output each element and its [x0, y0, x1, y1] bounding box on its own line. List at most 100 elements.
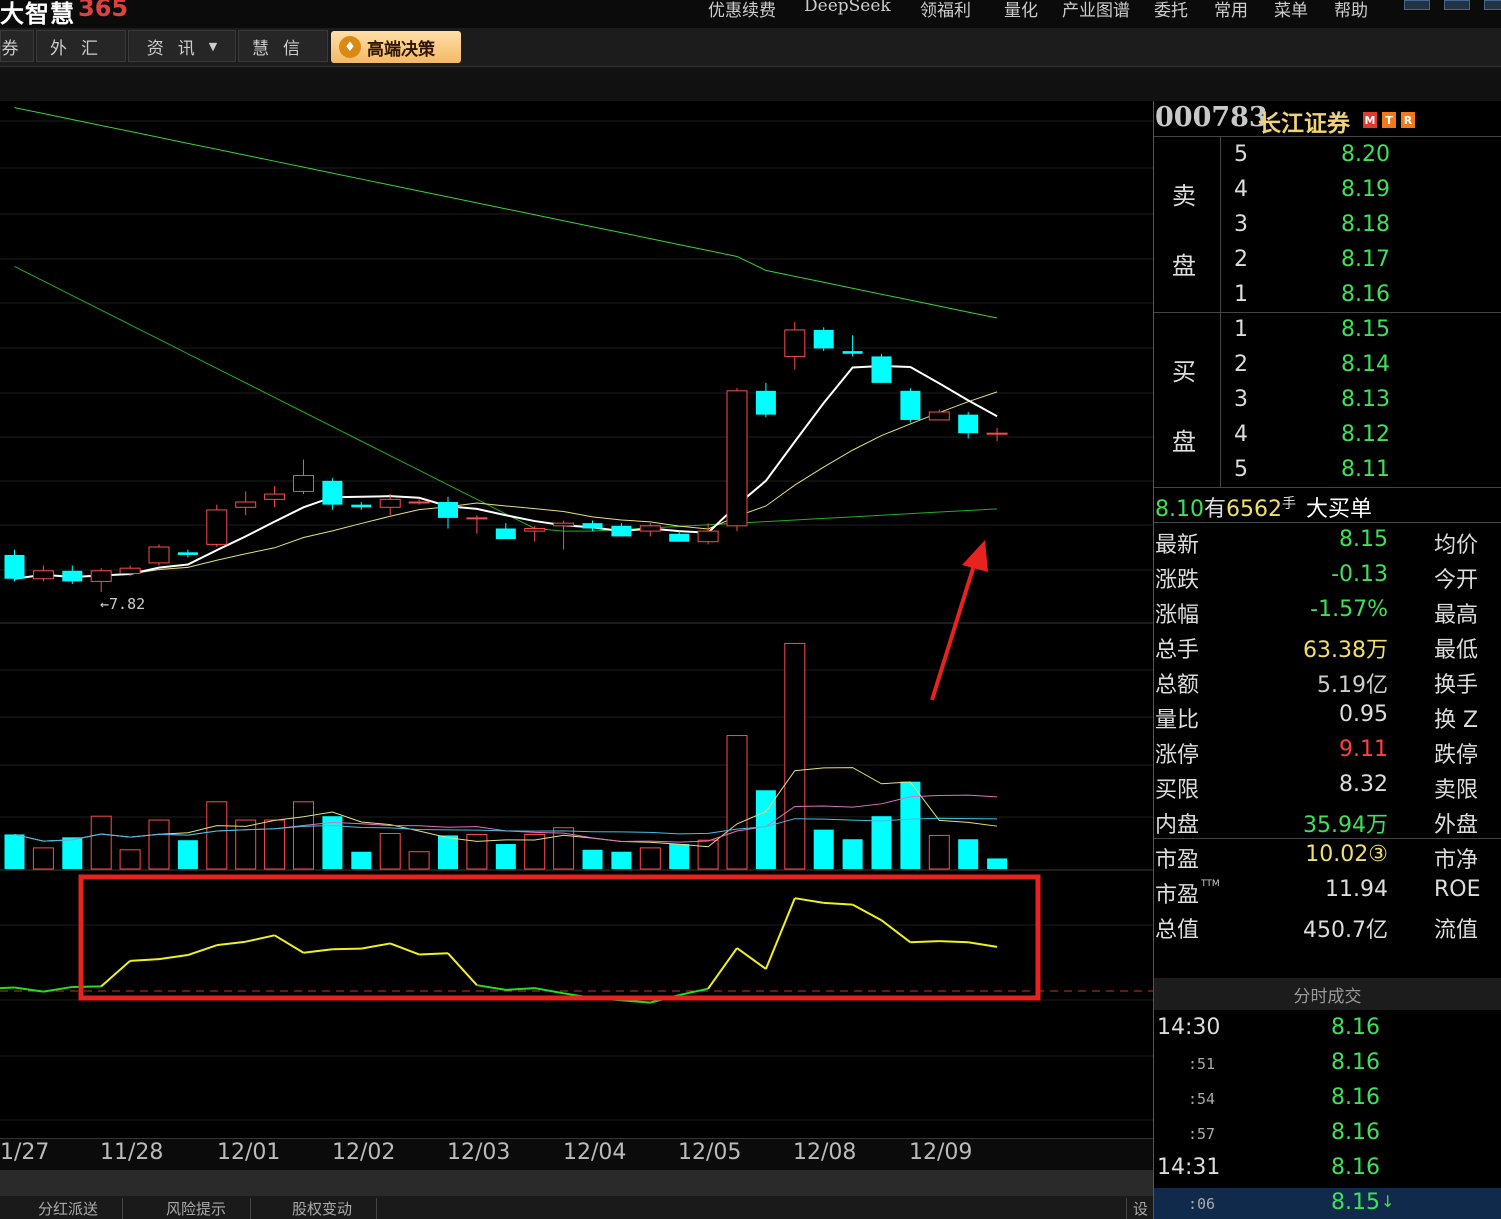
- quote-right-label: 今开: [1434, 568, 1479, 593]
- quote-value: 450.7亿: [1303, 918, 1388, 943]
- tick-time: :57: [1188, 1125, 1216, 1143]
- highlight-box: [78, 874, 1041, 1001]
- top-menu-item[interactable]: DeepSeek: [804, 0, 891, 16]
- candle-body: [928, 411, 950, 421]
- date-tick-label: 12/01: [217, 1140, 281, 1165]
- quote-label: 总额: [1155, 673, 1200, 698]
- chart-scrollbar[interactable]: [0, 1170, 1153, 1196]
- tab-premium-decision[interactable]: ♦ 高端决策: [331, 31, 461, 63]
- top-menu-item[interactable]: 优惠续费: [708, 0, 776, 21]
- dropdown-arrow-icon: ▼: [208, 39, 218, 53]
- ask-price: 8.18: [1341, 212, 1390, 237]
- kline-chart[interactable]: ←7.82: [0, 101, 1153, 1138]
- ma20-line: [14, 265, 998, 532]
- tick-time: 14:31: [1157, 1155, 1221, 1180]
- indicator-segment: [419, 952, 449, 956]
- quote-label: 涨停: [1155, 743, 1200, 768]
- candle-body: [524, 527, 546, 532]
- window-icon-2[interactable]: [1444, 0, 1470, 10]
- candle: [495, 523, 516, 540]
- candle-body: [958, 414, 979, 434]
- window-icon[interactable]: [1404, 0, 1430, 10]
- volume-bar: [813, 829, 834, 869]
- tab-huixin[interactable]: 慧信: [238, 30, 328, 62]
- top-menu-item[interactable]: 量化: [1004, 0, 1038, 21]
- ask-level: 1: [1234, 282, 1248, 307]
- volume-bar: [379, 832, 401, 870]
- volume-bar: [4, 834, 25, 869]
- quote-value: 5.19亿: [1317, 673, 1388, 698]
- volume-bar: [293, 801, 314, 870]
- annotation-arrowhead: [962, 540, 988, 572]
- ask-level: 2: [1234, 247, 1248, 272]
- settings-button[interactable]: 设: [1126, 1198, 1154, 1219]
- date-tick-label: 12/02: [332, 1140, 396, 1165]
- top-menu-item[interactable]: 产业图谱: [1062, 0, 1130, 21]
- top-menu-item[interactable]: 领福利: [920, 0, 971, 21]
- candle-body: [726, 390, 748, 527]
- volume-bar: [784, 642, 806, 870]
- indicator-segment: [72, 985, 102, 988]
- candle: [755, 382, 776, 418]
- ask-level: 3: [1234, 212, 1248, 237]
- candle: [148, 544, 170, 566]
- big-order-unit: 手: [1282, 496, 1296, 512]
- low-price-marker: ←7.82: [100, 595, 145, 613]
- bid-level: 1: [1234, 317, 1248, 342]
- margin-badge: M: [1363, 112, 1377, 128]
- quote-label-sup: TTM: [1201, 879, 1220, 889]
- candle: [351, 502, 372, 510]
- bid-level: 5: [1234, 457, 1248, 482]
- tab-news[interactable]: 资讯 ▼: [128, 30, 236, 62]
- tab-equity-change[interactable]: 股权变动: [268, 1198, 378, 1219]
- sell-label-1: 卖: [1172, 182, 1196, 210]
- quote-right-label: ROE: [1434, 877, 1481, 902]
- candle-body: [4, 554, 25, 579]
- tab-securities[interactable]: 券: [0, 30, 34, 62]
- candle-body: [351, 504, 372, 508]
- candle-body: [871, 356, 892, 383]
- quote-value: 10.02③: [1305, 842, 1388, 867]
- ticks-header[interactable]: 分时成交: [1154, 978, 1501, 1010]
- divider: [1154, 522, 1501, 523]
- tab-risk-alert[interactable]: 风险提示: [142, 1198, 252, 1219]
- top-menu-item[interactable]: 帮助: [1334, 0, 1368, 21]
- divider: [1154, 838, 1501, 839]
- candle-body: [900, 390, 921, 420]
- candle: [726, 388, 748, 532]
- candle-body: [206, 509, 228, 545]
- date-tick-label: 11/28: [100, 1140, 164, 1165]
- quote-label: 量比: [1155, 708, 1200, 733]
- divider: [1154, 136, 1501, 137]
- indicator-segment: [764, 897, 796, 970]
- candle-body: [639, 525, 661, 532]
- top-menu-item[interactable]: 菜单: [1274, 0, 1308, 21]
- tick-price: 8.16: [1331, 1155, 1380, 1180]
- indicator-segment: [736, 947, 767, 970]
- candle: [264, 486, 286, 508]
- date-tick-label: 12/04: [563, 1140, 627, 1165]
- ask-level: 5: [1234, 142, 1248, 167]
- window-icon-3[interactable]: [1484, 0, 1501, 10]
- bid-price: 8.13: [1341, 387, 1390, 412]
- volume-bar: [119, 849, 141, 870]
- candle-body: [177, 552, 198, 555]
- tab-forex[interactable]: 外汇: [36, 30, 126, 62]
- quote-value: -0.13: [1331, 562, 1388, 587]
- indicator-segment: [880, 919, 912, 944]
- top-menu-item[interactable]: 委托: [1154, 0, 1188, 21]
- candle: [871, 353, 892, 383]
- quote-right-label: 跌停: [1434, 743, 1479, 768]
- quote-value: 63.38万: [1303, 638, 1388, 663]
- buy-label-2: 盘: [1172, 428, 1196, 456]
- tick-price: 8.16: [1331, 1085, 1380, 1110]
- candle-body: [495, 528, 516, 540]
- tab-dividend[interactable]: 分红派送: [14, 1198, 124, 1219]
- diamond-icon: ♦: [339, 36, 361, 58]
- indicator-segment: [216, 940, 246, 947]
- tick-time: 14:30: [1157, 1015, 1221, 1040]
- stock-name: 长江证券: [1258, 111, 1350, 137]
- tick-time: :54: [1188, 1090, 1216, 1108]
- top-menu-item[interactable]: 常用: [1214, 0, 1248, 21]
- candle: [928, 409, 950, 421]
